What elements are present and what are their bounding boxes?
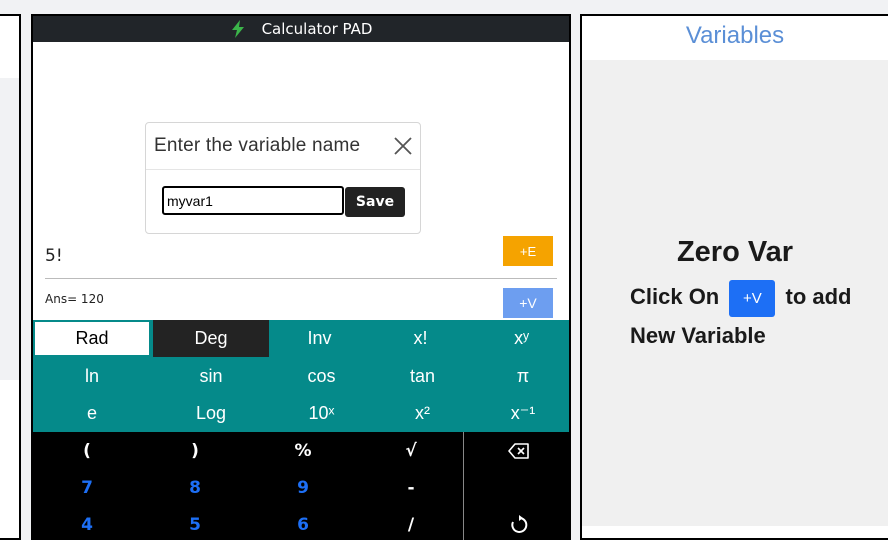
modal-title: Enter the variable name — [154, 135, 361, 156]
function-keypad: Rad Deg Inv x! xʸ ln sin cos tan π e Log… — [33, 320, 569, 432]
keypad-row: e Log 10ˣ x² x⁻¹ — [33, 395, 569, 432]
keypad-row: ln sin cos tan π — [33, 358, 569, 395]
empty-state-title: Zero Var — [676, 236, 794, 268]
close-paren-key[interactable]: ) — [141, 432, 249, 469]
e-key[interactable]: e — [33, 395, 151, 432]
ln-key[interactable]: ln — [33, 358, 151, 395]
square-key[interactable]: x² — [372, 395, 473, 432]
factorial-key[interactable]: x! — [370, 320, 471, 357]
deg-key[interactable]: Deg — [151, 320, 269, 357]
divide-key[interactable]: / — [357, 506, 465, 540]
calculator-window: Calculator PAD Enter the variable name S… — [31, 14, 571, 540]
digit-6-key[interactable]: 6 — [249, 506, 357, 540]
keypad-row: 7 8 9 - — [33, 469, 569, 506]
modal-header: Enter the variable name — [146, 123, 420, 170]
cos-key[interactable]: cos — [271, 358, 372, 395]
calculator-title: Calculator PAD — [261, 20, 373, 38]
calculator-titlebar: Calculator PAD — [33, 16, 569, 42]
sqrt-key[interactable]: √ — [357, 432, 465, 469]
hint-prefix: Click On — [630, 284, 720, 309]
minus-key[interactable]: - — [357, 469, 465, 506]
reset-icon — [511, 514, 528, 533]
left-panel — [0, 14, 21, 540]
variables-panel: Variables Zero Var Click On +V to add Ne… — [580, 14, 888, 540]
variable-name-input[interactable] — [162, 186, 344, 215]
empty-state-hint: Click On +V to add New Variable — [630, 278, 880, 354]
reset-key[interactable] — [465, 506, 569, 540]
hint-add-variable-button[interactable]: +V — [729, 279, 776, 317]
add-expression-button[interactable]: +E — [503, 236, 553, 266]
percent-key[interactable]: % — [249, 432, 357, 469]
keypad-row: 4 5 6 / — [33, 506, 569, 540]
ten-power-key[interactable]: 10ˣ — [271, 395, 372, 432]
close-icon[interactable] — [392, 135, 414, 157]
reciprocal-key[interactable]: x⁻¹ — [473, 395, 569, 432]
digit-9-key[interactable]: 9 — [249, 469, 357, 506]
add-variable-button[interactable]: +V — [503, 288, 553, 318]
save-button[interactable]: Save — [345, 187, 405, 217]
sin-key[interactable]: sin — [151, 358, 271, 395]
display-divider — [45, 278, 557, 279]
digit-8-key[interactable]: 8 — [141, 469, 249, 506]
digit-5-key[interactable]: 5 — [141, 506, 249, 540]
answer-display: Ans= 120 — [45, 292, 104, 306]
keypad-row: Rad Deg Inv x! xʸ — [33, 320, 569, 357]
lightning-icon — [231, 20, 244, 38]
inv-key[interactable]: Inv — [269, 320, 370, 357]
open-paren-key[interactable]: ( — [33, 432, 141, 469]
backspace-key[interactable] — [465, 432, 569, 469]
variables-title: Variables — [685, 22, 785, 49]
backspace-icon — [508, 442, 529, 459]
expression-display: 5! — [45, 246, 63, 266]
variable-name-modal: Enter the variable name Save — [145, 122, 421, 234]
number-keypad: ( ) % √ 7 8 9 - 4 5 6 / — [33, 432, 569, 540]
power-key[interactable]: xʸ — [471, 320, 569, 357]
digit-4-key[interactable]: 4 — [33, 506, 141, 540]
log-key[interactable]: Log — [151, 395, 271, 432]
digit-7-key[interactable]: 7 — [33, 469, 141, 506]
variables-body: Zero Var Click On +V to add New Variable — [582, 60, 888, 526]
empty-key — [465, 469, 569, 506]
pi-key[interactable]: π — [473, 358, 569, 395]
left-panel-body — [0, 78, 19, 380]
tan-key[interactable]: tan — [372, 358, 473, 395]
rad-key[interactable]: Rad — [33, 320, 151, 357]
keypad-row: ( ) % √ — [33, 432, 569, 469]
